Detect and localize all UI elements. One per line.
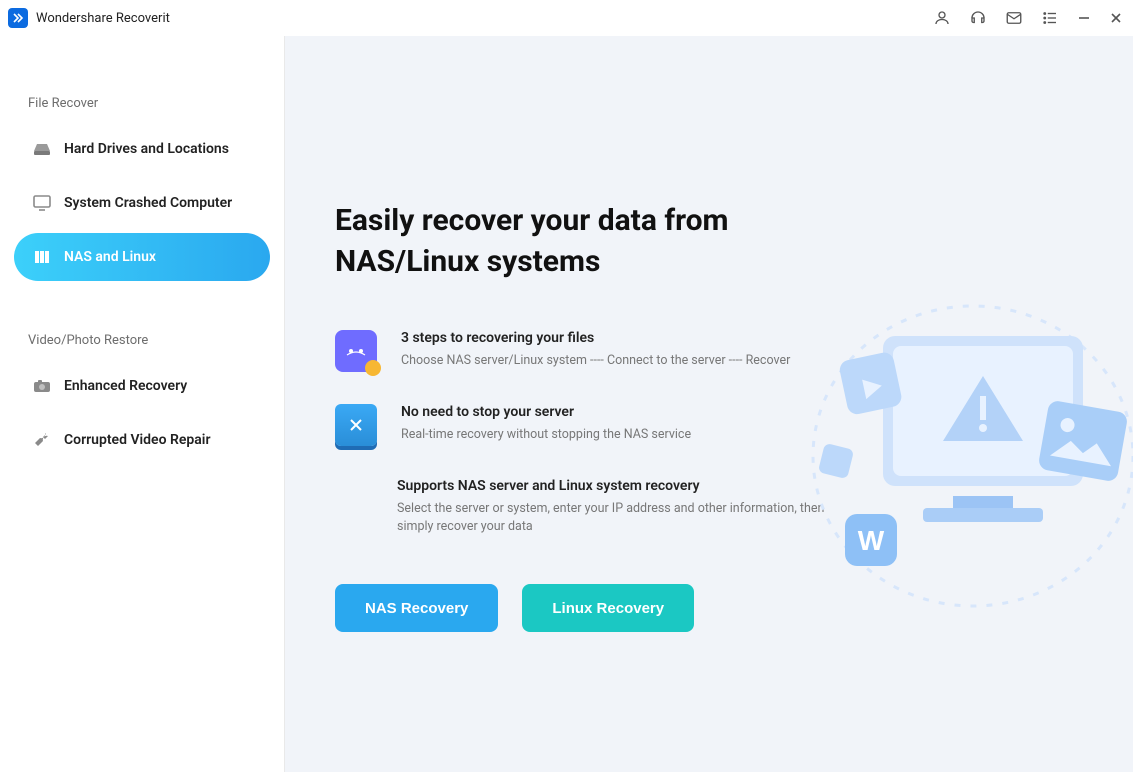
linux-recovery-button[interactable]: Linux Recovery [522,584,694,632]
sidebar-item-label: System Crashed Computer [64,195,232,211]
sidebar-item-enhanced-recovery[interactable]: Enhanced Recovery [14,362,270,410]
main-content: Easily recover your data from NAS/Linux … [285,36,1133,772]
nas-icon [32,248,52,266]
svg-text:W: W [858,525,885,556]
sidebar: File Recover Hard Drives and Locations S… [0,36,285,772]
feature-supports: Supports NAS server and Linux system rec… [335,478,855,536]
feature-steps: 3 steps to recovering your files Choose … [335,330,855,372]
titlebar: Wondershare Recoverit [0,0,1133,36]
app-logo-icon [8,8,28,28]
sidebar-section-title: Video/Photo Restore [28,333,270,348]
sidebar-item-label: NAS and Linux [64,249,156,265]
feature-title: Supports NAS server and Linux system rec… [397,478,855,494]
app-title: Wondershare Recoverit [36,11,170,26]
page-title: Easily recover your data from NAS/Linux … [335,201,795,282]
feature-desc: Real-time recovery without stopping the … [401,426,691,444]
camera-icon [32,378,52,394]
feedback-icon[interactable] [1005,9,1023,27]
sidebar-item-nas-linux[interactable]: NAS and Linux [14,233,270,281]
wrench-icon [32,430,52,450]
sidebar-item-label: Corrupted Video Repair [64,432,210,448]
support-icon[interactable] [969,9,987,27]
sidebar-item-corrupted-video[interactable]: Corrupted Video Repair [14,416,270,464]
sidebar-item-hard-drives[interactable]: Hard Drives and Locations [14,125,270,173]
sidebar-item-label: Enhanced Recovery [64,378,187,394]
menu-icon[interactable] [1041,9,1059,27]
feature-no-stop: No need to stop your server Real-time re… [335,404,855,446]
minimize-icon[interactable] [1077,11,1091,25]
sidebar-item-system-crashed[interactable]: System Crashed Computer [14,179,270,227]
feature-title: 3 steps to recovering your files [401,330,790,346]
feature-desc: Choose NAS server/Linux system ---- Conn… [401,352,790,370]
drive-icon [32,141,52,157]
sidebar-section-title: File Recover [28,96,270,111]
multi-platform-icon [335,478,373,516]
server-tools-icon [335,404,377,446]
sidebar-item-label: Hard Drives and Locations [64,141,229,157]
monitor-icon [32,194,52,212]
steps-icon [335,330,377,372]
feature-desc: Select the server or system, enter your … [397,500,855,536]
feature-title: No need to stop your server [401,404,691,420]
account-icon[interactable] [933,9,951,27]
nas-recovery-button[interactable]: NAS Recovery [335,584,498,632]
close-icon[interactable] [1109,11,1123,25]
